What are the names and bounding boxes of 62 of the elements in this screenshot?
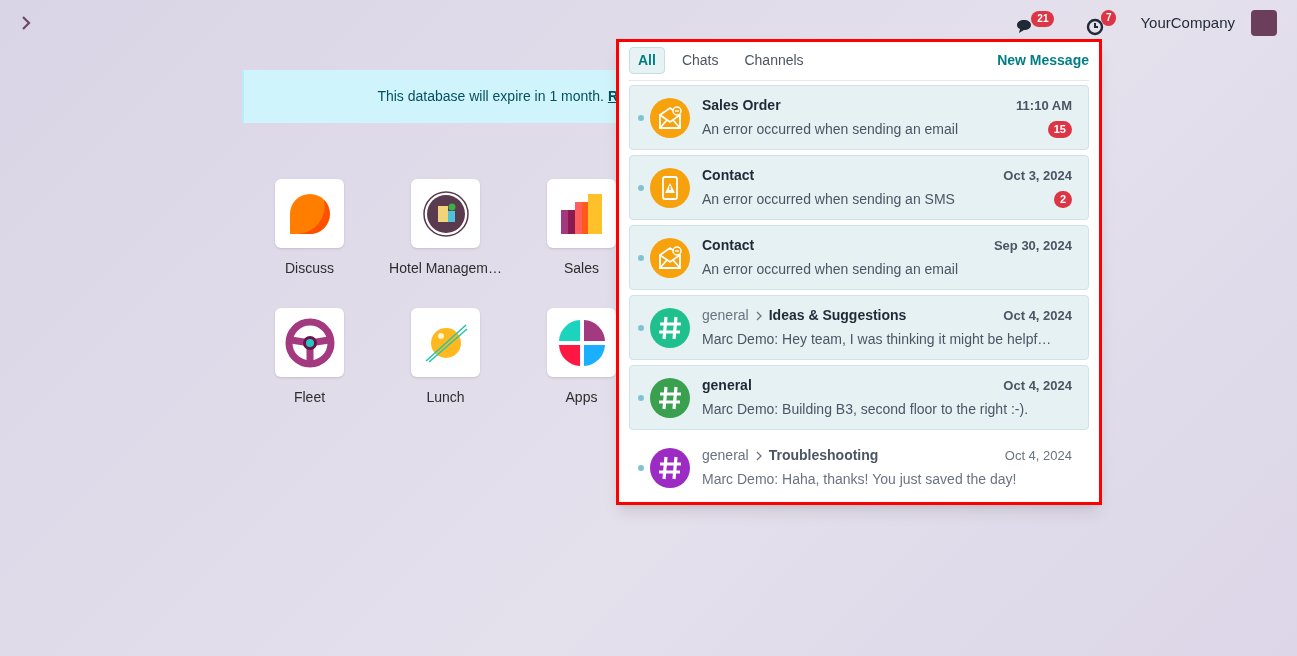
- notification-badge: 7: [1100, 10, 1117, 26]
- activity-button[interactable]: 7: [1086, 10, 1117, 36]
- message-preview: Marc Demo: Haha, thanks! You just saved the day!: [702, 470, 1017, 489]
- chevron-right-icon: [754, 310, 763, 321]
- chevron-right-icon[interactable]: [20, 16, 32, 30]
- conversation-time: 11:10 AM: [1016, 96, 1072, 115]
- app-tile[interactable]: [547, 308, 616, 377]
- message-preview: An error occurred when sending an email: [702, 260, 959, 279]
- filter-tab[interactable]: All: [629, 47, 665, 74]
- conversation-time: Oct 4, 2024: [1003, 376, 1072, 395]
- message-preview: An error occurred when sending an SMS: [702, 190, 955, 209]
- steering-wheel-icon: [284, 317, 335, 368]
- filter-tab[interactable]: Chats: [672, 47, 728, 74]
- company-name[interactable]: YourCompany: [1140, 11, 1235, 35]
- conversation-time: Sep 30, 2024: [993, 236, 1072, 255]
- app-tile[interactable]: [275, 308, 344, 377]
- message-preview: An error occurred when sending an email: [702, 120, 959, 139]
- parent-channel: general: [702, 306, 749, 325]
- bar-chart-icon: [559, 191, 604, 236]
- phone-warning-icon: [650, 167, 690, 208]
- conversation-item[interactable]: Contact Oct 3, 2024 An error occurred when sending an SMS 2: [629, 155, 1089, 220]
- conversation-title: Troubleshooting: [768, 446, 879, 465]
- conversation-time: Oct 4, 2024: [1003, 306, 1072, 325]
- app-tile[interactable]: [411, 308, 480, 377]
- conversation-title: Sales Order: [702, 96, 781, 115]
- conversation-title: Ideas & Suggestions: [768, 306, 907, 325]
- app-tile[interactable]: [411, 179, 480, 248]
- app-name[interactable]: Discuss: [285, 258, 334, 279]
- apps-icon: [556, 317, 607, 368]
- conversation-title: Contact: [702, 166, 755, 185]
- app-name[interactable]: Fleet: [293, 387, 326, 408]
- conversation-item[interactable]: general Ideas & Suggestions Oct 4, 2024 Marc Demo: Hey team, I was thinking it might be helpf…: [629, 295, 1089, 360]
- message-preview: Marc Demo: Hey team, I was thinking it might be helpf…: [702, 330, 1052, 349]
- app-name[interactable]: Lunch: [426, 387, 465, 408]
- conversation-item[interactable]: general Oct 4, 2024 Marc Demo: Building B3, second floor to the right :-).: [629, 365, 1089, 430]
- app-name[interactable]: Apps: [565, 387, 598, 408]
- messages-button[interactable]: 21: [1016, 11, 1055, 35]
- building-icon: [422, 190, 469, 237]
- speech-bubble-icon: [287, 191, 332, 236]
- envelope-icon: [650, 97, 690, 138]
- expiry-message: This database will expire in 1 month.: [377, 87, 604, 106]
- filter-tab[interactable]: Channels: [735, 47, 813, 74]
- conversation-item[interactable]: Contact Sep 30, 2024 An error occurred when sending an email: [629, 225, 1089, 290]
- new-message-button[interactable]: New Message: [997, 50, 1089, 71]
- app-tile[interactable]: [547, 179, 616, 248]
- conversation-time: Oct 3, 2024: [1003, 166, 1072, 185]
- conversation-title: Contact: [702, 236, 755, 255]
- app-name[interactable]: Sales: [564, 258, 599, 279]
- notification-badge: 21: [1031, 11, 1055, 27]
- conversation-item[interactable]: Sales Order 11:10 AM An error occurred when sending an email 15: [629, 85, 1089, 150]
- envelope-icon: [650, 237, 690, 278]
- unread-counter: 15: [1047, 121, 1072, 138]
- conversation-time: Oct 4, 2024: [1004, 446, 1072, 465]
- message-preview: Marc Demo: Building B3, second floor to the right :-).: [702, 400, 1029, 419]
- chevron-right-icon: [754, 450, 763, 461]
- unread-counter: 2: [1053, 191, 1072, 208]
- app-tile[interactable]: [275, 179, 344, 248]
- fruit-icon: [423, 322, 468, 363]
- conversation-title: general: [702, 376, 752, 395]
- parent-channel: general: [702, 446, 749, 465]
- app-name[interactable]: Hotel Managem…: [389, 258, 502, 279]
- clock-icon: [1086, 18, 1105, 36]
